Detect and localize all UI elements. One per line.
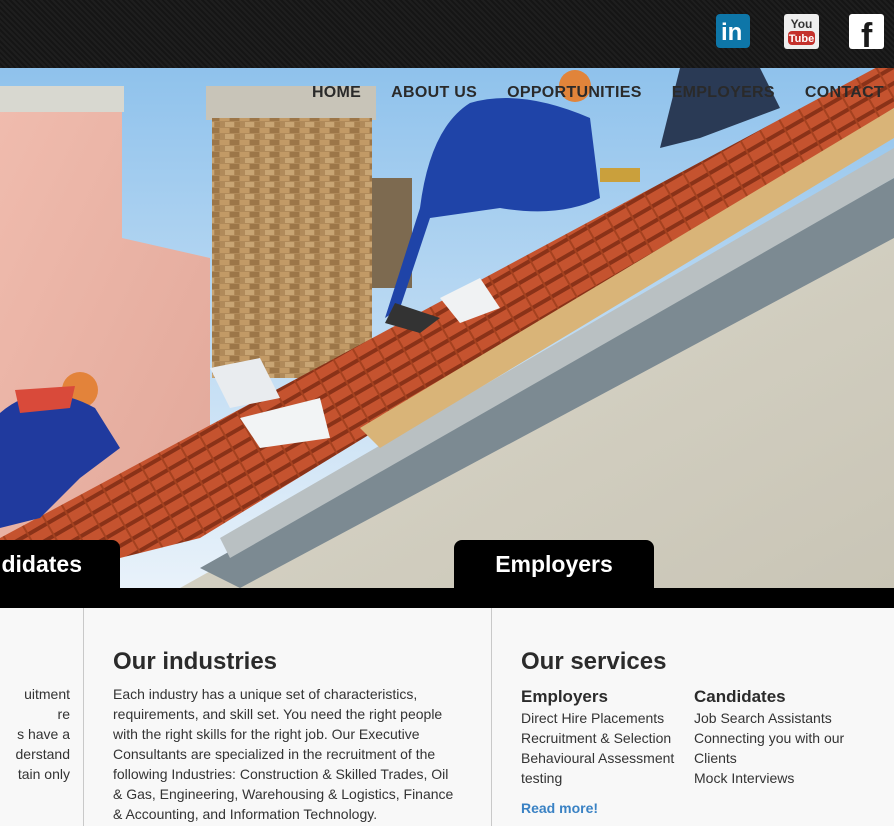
services-title: Our services — [521, 648, 667, 675]
industries-line: requirements, and skill set. You need th… — [113, 706, 443, 722]
industries-line: following Industries: Construction & Ski… — [113, 766, 449, 782]
facebook-icon-text: f — [861, 17, 873, 49]
linkedin-icon-text: in — [721, 19, 742, 46]
hero-bottom-strip — [0, 588, 894, 608]
nav-contact[interactable]: CONTACT — [805, 84, 884, 102]
nav-employers[interactable]: EMPLOYERS — [672, 84, 775, 102]
industries-line: & Accounting, and Information Technology… — [113, 806, 378, 822]
left-column-line: s have a — [17, 726, 70, 742]
top-bar: in You Tube f — [0, 0, 894, 68]
read-more-link[interactable]: Read more! — [521, 800, 598, 816]
youtube-icon-top-text: You — [791, 17, 813, 31]
list-item: Connecting you with our — [694, 730, 845, 746]
industries-line: & Gas, Engineering, Warehousing & Logist… — [113, 786, 454, 802]
left-column-line: uitment — [24, 686, 70, 702]
youtube-icon-bottom-text: Tube — [789, 33, 814, 45]
nav-home[interactable]: HOME — [312, 84, 361, 102]
industries-title: Our industries — [113, 648, 278, 675]
nav-about-us[interactable]: ABOUT US — [391, 84, 477, 102]
facebook-icon[interactable]: f — [849, 14, 884, 55]
list-item: Recruitment & Selection — [521, 730, 672, 746]
youtube-icon[interactable]: You Tube — [784, 14, 819, 49]
column-divider — [491, 608, 492, 826]
employers-tab[interactable]: Employers — [454, 540, 654, 588]
hero-banner: HOME ABOUT US OPPORTUNITIES EMPLOYERS CO… — [0, 68, 894, 588]
list-item: Job Search Assistants — [694, 710, 832, 726]
services-employers-list: Direct Hire Placements Recruitment & Sel… — [521, 708, 674, 788]
list-item: Direct Hire Placements — [521, 710, 665, 726]
industries-line: Consultants are specialized in the recru… — [113, 746, 436, 762]
services-candidates-heading: Candidates — [694, 687, 786, 706]
candidates-tab[interactable]: ndidates — [0, 540, 120, 588]
linkedin-icon[interactable]: in — [716, 14, 754, 50]
list-item: Clients — [694, 750, 737, 766]
main-nav: HOME ABOUT US OPPORTUNITIES EMPLOYERS CO… — [312, 84, 884, 102]
industries-description: Each industry has a unique set of charac… — [113, 684, 483, 824]
hero-roofers-photo — [0, 68, 894, 588]
services-candidates-list: Job Search Assistants Connecting you wit… — [694, 708, 844, 788]
list-item: Mock Interviews — [694, 770, 795, 786]
left-column-line: re — [57, 706, 70, 722]
list-item: Behavioural Assessment — [521, 750, 675, 766]
industries-line: Each industry has a unique set of charac… — [113, 686, 418, 702]
column-divider — [83, 608, 84, 826]
nav-opportunities[interactable]: OPPORTUNITIES — [507, 84, 642, 102]
content-area: uitment re s have a derstand tain only O… — [0, 608, 894, 826]
left-column-line: derstand — [15, 746, 70, 762]
left-column-text: uitment re s have a derstand tain only — [0, 684, 70, 784]
left-column-line: tain only — [17, 766, 70, 782]
list-item: testing — [521, 770, 563, 786]
industries-line: with the right skills for the right job.… — [113, 726, 420, 742]
services-employers-heading: Employers — [521, 687, 608, 706]
